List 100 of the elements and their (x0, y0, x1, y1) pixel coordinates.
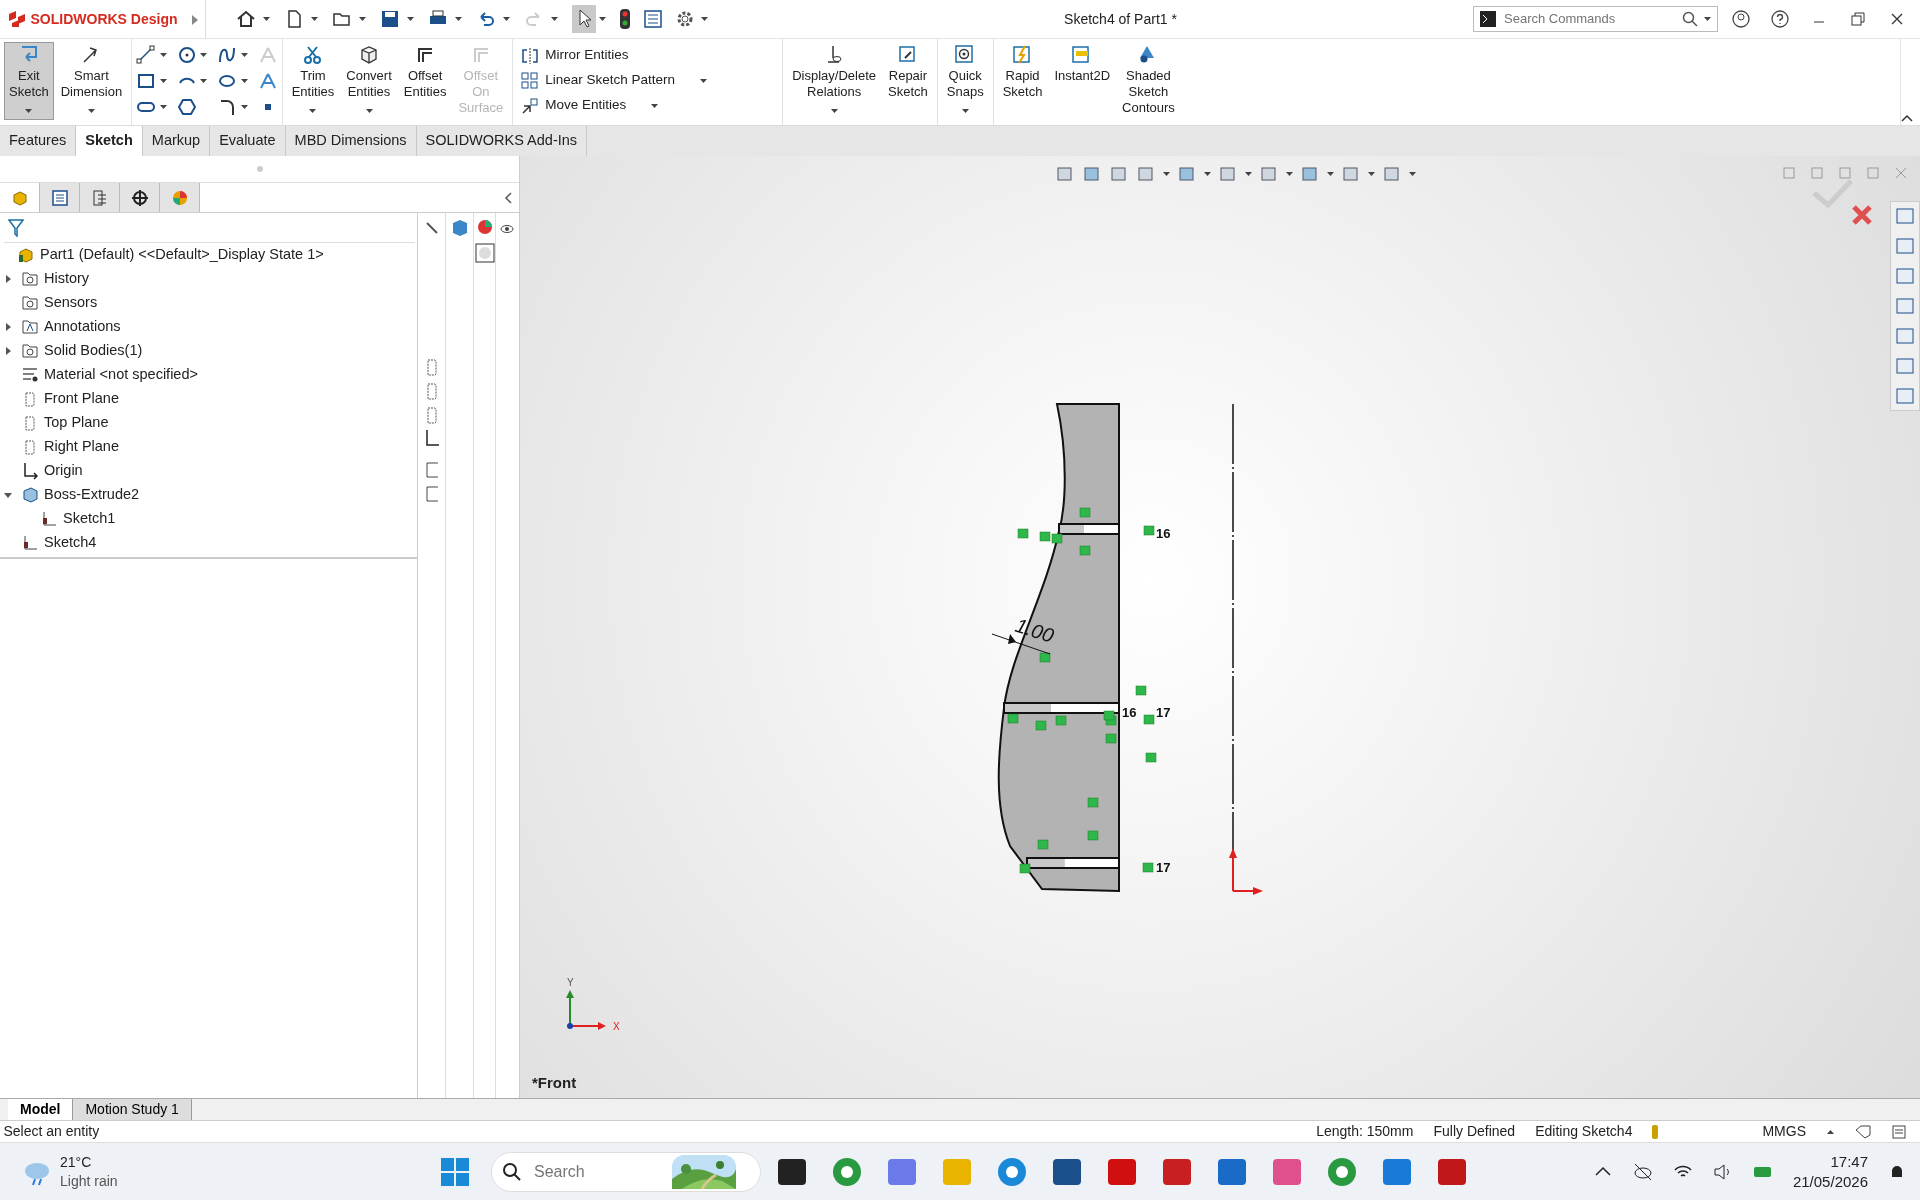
triad-drawing (566, 990, 606, 1030)
tag-icon[interactable] (1855, 1124, 1871, 1139)
search-icon (502, 1161, 522, 1182)
tree-item[interactable]: Right Plane (44, 436, 119, 458)
relation-icon[interactable] (1103, 710, 1115, 721)
caret-icon (502, 17, 510, 21)
scissors-icon (301, 44, 324, 66)
circle-icon[interactable] (176, 45, 197, 65)
tree-item[interactable]: Part1 (Default) <<Default>_Display State 1> (40, 244, 324, 266)
save-icon[interactable] (379, 9, 400, 29)
status-text: Fully Defined (1433, 1122, 1516, 1141)
caret-icon (240, 79, 248, 83)
caret-icon (309, 108, 317, 113)
caret-icon (1704, 17, 1711, 21)
annotations-icon (22, 318, 38, 336)
account-icon[interactable] (1732, 10, 1750, 28)
dimension-value[interactable]: 16 (1122, 705, 1137, 720)
ribbon-button[interactable]: Move Entities (517, 93, 631, 118)
ribbon-button[interactable]: Display/Delete Relations (787, 42, 882, 120)
ribbon-button[interactable]: Convert Entities (341, 42, 397, 120)
ribbon-button[interactable]: Quick Snaps (941, 42, 989, 120)
slot-outline[interactable] (1026, 857, 1120, 869)
tree-item[interactable]: Boss-Extrude2 (44, 484, 140, 506)
tree-item[interactable]: Annotations (44, 316, 121, 338)
tab[interactable]: Model (8, 1099, 74, 1120)
axis-label: Y (567, 977, 574, 988)
expand-arrow-icon[interactable] (4, 323, 12, 331)
spline-icon[interactable] (217, 45, 238, 65)
caret-icon[interactable] (1827, 1129, 1834, 1134)
slot-outline[interactable] (1058, 523, 1120, 535)
relation-icon[interactable] (1039, 652, 1051, 663)
ribbon-button[interactable]: Mirror Entities (517, 43, 633, 68)
expand-arrow-icon[interactable] (191, 14, 198, 25)
ribbon-button[interactable]: Exit Sketch (4, 42, 54, 120)
caret-icon (262, 17, 270, 21)
gear-icon[interactable] (676, 10, 694, 28)
dimension-value[interactable]: 16 (1156, 526, 1171, 541)
collapse-icon[interactable] (1901, 113, 1913, 122)
tree-item[interactable]: Origin (44, 460, 83, 482)
expand-arrow-icon[interactable] (4, 347, 12, 355)
panel-tab[interactable] (120, 183, 160, 212)
tab[interactable]: Sketch (76, 126, 143, 156)
caret-icon (1163, 172, 1170, 176)
windows-logo-icon[interactable] (440, 1156, 470, 1187)
caret-icon (240, 53, 248, 57)
line-icon[interactable] (136, 45, 157, 65)
weather-text: Light rain (60, 1171, 118, 1191)
dimension-value[interactable]: 1.00 (1012, 613, 1057, 647)
search-box[interactable]: Search Commands (1473, 6, 1718, 32)
search-field[interactable]: Search (532, 1158, 662, 1185)
view-name: *Front (532, 1072, 577, 1093)
tree-item[interactable]: Sketch1 (63, 508, 116, 530)
expand-arrow-icon[interactable] (4, 275, 12, 283)
drag-handle-icon[interactable] (255, 165, 264, 173)
tree-item[interactable]: Sketch4 (44, 532, 97, 554)
rectangle-icon[interactable] (136, 71, 157, 91)
ribbon-button[interactable]: Instant2D (1049, 42, 1116, 86)
traffic-light-icon[interactable] (620, 9, 630, 29)
ribbon-button[interactable]: Smart Dimension (55, 42, 128, 120)
ribbon-button[interactable]: Offset Entities (398, 42, 452, 102)
tree-item[interactable]: Solid Bodies(1) (44, 340, 143, 362)
origin-arrows (1229, 848, 1263, 895)
relation-icon[interactable] (1007, 713, 1019, 724)
tree-item[interactable]: Material <not specified> (44, 364, 198, 386)
collapse-arrow-icon[interactable] (4, 491, 12, 499)
tree-item[interactable]: History (44, 268, 90, 290)
clock-time[interactable]: 17:47 (1830, 1151, 1868, 1172)
ribbon-button[interactable]: Trim Entities (286, 42, 340, 120)
cursor-icon[interactable] (571, 5, 596, 33)
tree-item[interactable]: Front Plane (44, 388, 119, 410)
relation-icon[interactable] (1051, 533, 1063, 544)
dimension-value[interactable]: 17 (1156, 860, 1171, 875)
tree-item[interactable]: Sensors (44, 292, 98, 314)
terminal-icon (1480, 11, 1496, 27)
ribbon-button[interactable]: Shaded Sketch Contours (1117, 42, 1180, 118)
caret-icon (651, 104, 659, 109)
caret-icon (1327, 172, 1334, 176)
units-selector[interactable]: MMGS (1762, 1121, 1806, 1142)
ribbon-button[interactable]: Repair Sketch (883, 42, 933, 102)
polygon-icon[interactable] (176, 97, 197, 117)
help-icon[interactable] (1771, 10, 1789, 28)
caret-icon (830, 108, 838, 113)
status-text: Editing Sketch4 (1535, 1122, 1633, 1141)
ribbon-button[interactable]: Rapid Sketch (997, 42, 1048, 102)
tab[interactable]: Motion Study 1 (73, 1099, 192, 1120)
clock-date[interactable]: 21/05/2026 (1792, 1171, 1868, 1192)
text-icon[interactable] (257, 71, 278, 91)
caret-icon (159, 105, 167, 109)
slot-outline[interactable] (1003, 702, 1120, 714)
caret-icon (159, 53, 167, 57)
cloud-off-icon[interactable] (1632, 1161, 1653, 1182)
caret-icon (961, 108, 969, 113)
dimension-value[interactable]: 17 (1156, 705, 1171, 720)
search-box[interactable]: Search (491, 1151, 761, 1192)
feature-icon (22, 486, 38, 504)
material-icon (22, 366, 38, 384)
caret-icon (1368, 172, 1375, 176)
ribbon-button[interactable]: Linear Sketch Pattern (517, 68, 680, 93)
tree-item[interactable]: Top Plane (44, 412, 109, 434)
relation-icon[interactable] (1019, 863, 1031, 874)
